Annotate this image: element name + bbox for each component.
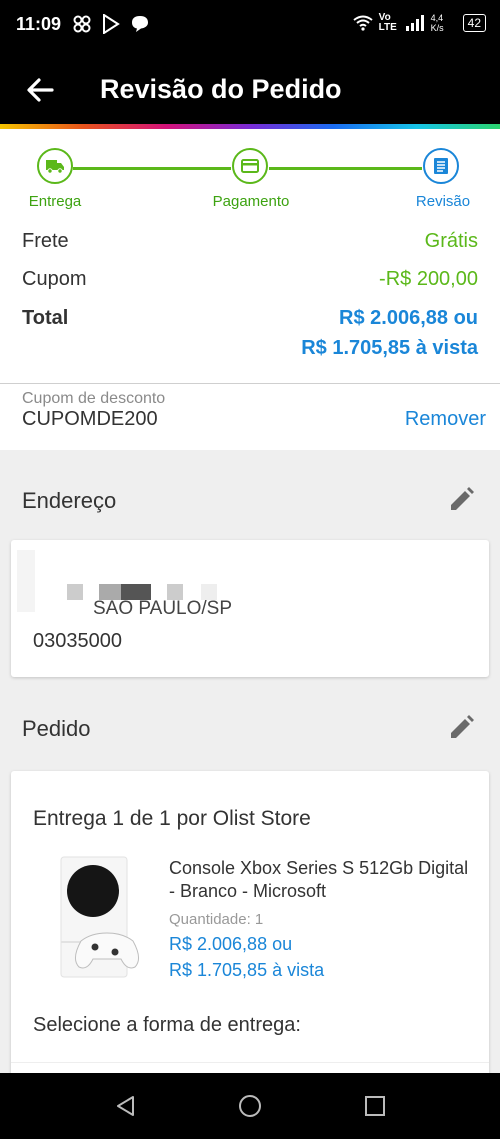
card-icon [241,159,259,173]
order-title: Pedido [22,716,91,741]
step-revisao[interactable] [423,148,459,184]
cupom-row: Cupom -R$ 200,00 [22,268,478,294]
step-pagamento[interactable] [232,148,268,184]
step-connector [269,167,422,170]
speed-label: 4,4 K/s [430,13,444,33]
shipping-prompt: Selecione a forma de entrega: [33,1014,301,1036]
step-connector [73,167,231,170]
total-row: Total R$ 2.006,88 ou R$ 1.705,85 à vista [22,307,478,367]
notification-icons [72,14,150,34]
step-entrega[interactable] [37,148,73,184]
truck-icon [46,160,64,174]
battery-icon: 42 [462,14,486,32]
total-vista: R$ 1.705,85 à vista [301,337,478,359]
frete-value: Grátis [424,230,478,252]
address-cep: 03035000 [33,630,122,652]
step-label-entrega: Entrega [28,193,82,210]
frete-label: Frete [22,230,69,252]
wifi-icon [353,15,373,31]
delivery-heading: Entrega 1 de 1 por Olist Store [33,807,311,830]
divider [11,1062,489,1063]
product-price-vista: R$ 1.705,85 à vista [169,960,325,980]
chat-bubble-icon [132,16,148,32]
page-title: Revisão do Pedido [100,74,342,104]
total-label: Total [22,307,69,329]
coupon-code: CUPOMDE200 [22,408,158,430]
signal-icon [405,15,424,31]
status-bar: 11:09 Vo LTE 4,4 K/s 42 [0,0,500,54]
remove-coupon-button[interactable]: Remover [405,408,486,431]
back-arrow-icon[interactable] [22,72,58,108]
app-bar: Revisão do Pedido [0,54,500,124]
checkout-stepper: Entrega Pagamento Revisão [0,129,500,230]
address-city: SAO PAULO/SP [93,598,233,619]
coupon-section: Cupom de desconto CUPOMDE200 Remover [0,384,500,450]
edit-address-icon[interactable] [446,485,476,515]
coupon-label: Cupom de desconto [22,390,166,407]
product-image[interactable] [47,855,147,981]
nav-back-icon[interactable] [114,1094,138,1118]
list-icon [434,158,448,174]
redacted-address [17,550,35,612]
cupom-label: Cupom [22,268,87,290]
status-right: Vo LTE 4,4 K/s 42 [353,13,486,33]
system-nav-bar [0,1073,500,1139]
nav-home-icon[interactable] [238,1094,262,1118]
status-time: 11:09 [16,14,62,34]
frete-row: Frete Grátis [22,230,478,256]
product-price: R$ 2.006,88 ou [169,934,293,954]
step-label-revisao: Revisão [415,193,471,210]
nav-recents-icon[interactable] [363,1094,387,1118]
cupom-value: -R$ 200,00 [379,268,478,290]
step-label-pagamento: Pagamento [212,193,290,210]
address-title: Endereço [22,488,117,513]
pinwheel-icon [73,15,91,33]
address-card[interactable]: SAO PAULO/SP 03035000 [11,540,489,677]
product-name[interactable]: Console Xbox Series S 512Gb Digital - Br… [169,857,469,903]
order-summary: Frete Grátis Cupom -R$ 200,00 Total R$ 2… [0,230,500,383]
play-store-icon [103,14,120,34]
total-value: R$ 2.006,88 ou [339,307,478,329]
order-card: Entrega 1 de 1 por Olist Store Console X… [11,771,489,1081]
product-quantity: Quantidade: 1 [169,911,264,928]
network-label: Vo LTE [378,12,397,33]
edit-order-icon[interactable] [446,713,476,743]
